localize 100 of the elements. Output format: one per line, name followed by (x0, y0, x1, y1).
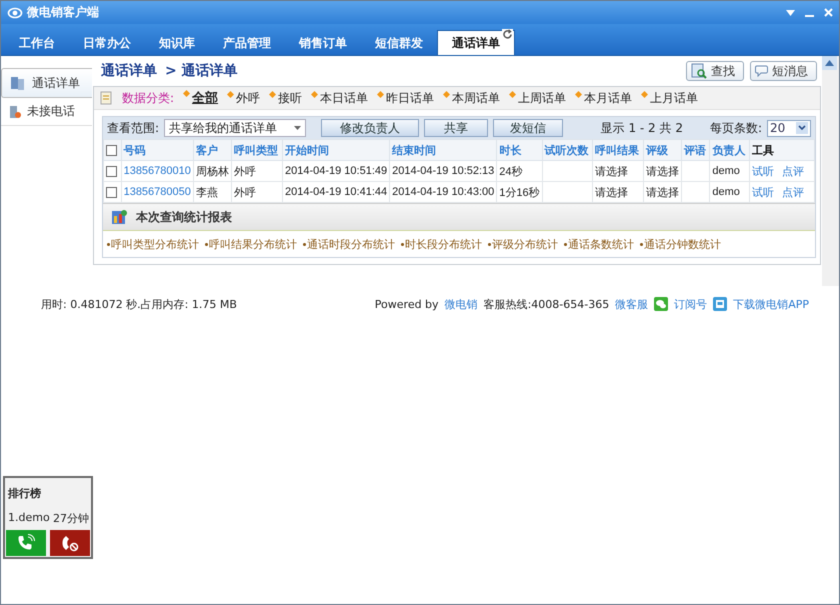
download-link[interactable]: 下载微电销APP (733, 296, 809, 312)
table-cell: 请选择 (646, 166, 679, 178)
page-size-dropdown[interactable]: 20 (767, 120, 811, 136)
table-cell: 24秒 (499, 166, 523, 178)
table-cell: 请选择 (595, 166, 628, 178)
page-title: > 通话详单 (165, 62, 238, 80)
app-download-icon (713, 297, 728, 311)
filter-link[interactable]: 上周话单 (509, 90, 566, 106)
table-cell: 2014-04-19 10:43:00 (392, 186, 494, 198)
row-checkbox[interactable] (106, 166, 117, 177)
chat-icon (654, 297, 668, 311)
column-header[interactable]: 呼叫类型 (231, 140, 282, 160)
column-header[interactable]: 评级 (643, 140, 682, 160)
column-header[interactable]: 负责人 (710, 140, 750, 160)
filter-link[interactable]: 昨日话单 (377, 90, 434, 106)
nav-tab[interactable]: 工作台 (5, 31, 69, 55)
ranking-title: 排行榜 (8, 486, 42, 501)
report-link[interactable]: 通话时段分布统计 (303, 236, 395, 252)
column-header[interactable]: 工具 (749, 140, 814, 160)
row-checkbox[interactable] (106, 186, 117, 198)
scroll-up-icon[interactable] (822, 56, 837, 70)
filter-link[interactable]: 本日话单 (311, 90, 368, 106)
filter-link[interactable]: 本月话单 (575, 90, 632, 106)
brand-link[interactable]: 微电销 (444, 296, 478, 312)
caret-icon (294, 126, 302, 130)
bullet-icon (641, 90, 648, 98)
filter-link[interactable]: 本周话单 (443, 90, 500, 106)
answer-call-button[interactable] (6, 530, 46, 556)
caret-icon (796, 122, 808, 134)
filter-link[interactable]: 上月话单 (641, 90, 698, 106)
bullet-icon (575, 90, 582, 98)
nav-tab[interactable]: 短信群发 (361, 31, 437, 55)
app-logo-icon (7, 6, 23, 20)
table-cell: 外呼 (234, 166, 256, 178)
bullet-icon (227, 90, 234, 98)
column-header[interactable]: 开始时间 (282, 140, 390, 160)
bullet-icon (443, 90, 450, 98)
subscription-link[interactable]: 订阅号 (674, 296, 708, 312)
table-cell: 请选择 (646, 186, 679, 198)
sidebar-item[interactable]: 未接电话 (1, 98, 92, 126)
record-range: 显示 1 - 2 共 2 (600, 120, 683, 136)
table-cell: 李燕 (196, 186, 218, 198)
report-link[interactable]: 通话条数统计 (564, 236, 634, 252)
table-cell: 周杨林 (196, 166, 229, 178)
sidebar-item[interactable]: 通话详单 (1, 68, 92, 98)
table-cell: 2014-04-19 10:41:44 (284, 186, 388, 198)
toolbar-button[interactable]: 修改负责人 (321, 119, 420, 137)
select-all-checkbox[interactable] (106, 144, 117, 156)
window-title: 微电销客户端 (27, 4, 99, 21)
refresh-icon[interactable] (502, 29, 513, 40)
dropdown-icon[interactable] (786, 8, 795, 16)
filter-link[interactable]: 接听 (269, 90, 302, 106)
nav-tab[interactable]: 知识库 (145, 31, 209, 55)
table-cell: 请选择 (595, 186, 628, 198)
nav-tab[interactable]: 通话详单 (437, 30, 515, 55)
filter-link[interactable]: 全部 (183, 89, 218, 107)
page-size-label: 每页条数: (710, 120, 762, 136)
table-cell: demo (712, 165, 740, 177)
table-cell: 2014-04-19 10:52:13 (392, 165, 494, 177)
search-button[interactable]: 查找 (686, 61, 744, 81)
hotline-text: 客服热线:4008-654-365 (484, 296, 610, 312)
close-icon[interactable] (824, 8, 833, 17)
column-header[interactable]: 评语 (681, 140, 710, 160)
column-header[interactable]: 结束时间 (390, 140, 497, 160)
document-icon (100, 91, 113, 105)
report-link[interactable]: 呼叫类型分布统计 (107, 236, 199, 252)
toolbar-button[interactable]: 共享 (424, 119, 488, 137)
report-link[interactable]: 呼叫结果分布统计 (205, 236, 297, 252)
message-button[interactable]: 短消息 (750, 61, 817, 81)
table-cell: 1分16秒 (499, 186, 540, 198)
toolbar-button[interactable]: 发短信 (493, 119, 564, 137)
tool-link[interactable]: 点评 (782, 166, 804, 178)
scope-dropdown[interactable]: 共享给我的通话详单 (164, 119, 306, 137)
nav-tab[interactable]: 日常办公 (69, 31, 145, 55)
filter-link[interactable]: 外呼 (227, 90, 260, 106)
bullet-icon (269, 90, 276, 98)
tool-link[interactable]: 点评 (782, 186, 804, 198)
hang-up-button[interactable] (50, 530, 90, 556)
nav-tab[interactable]: 销售订单 (285, 31, 361, 55)
ranking-value: 27分钟 (53, 511, 89, 526)
report-link[interactable]: 评级分布统计 (488, 236, 558, 252)
tool-link[interactable]: 试听 (752, 166, 774, 178)
tool-link[interactable]: 试听 (752, 186, 774, 198)
nav-tab[interactable]: 产品管理 (209, 31, 285, 55)
report-link[interactable]: 时长段分布统计 (401, 236, 482, 252)
column-header[interactable]: 呼叫结果 (592, 140, 644, 160)
column-header[interactable]: 客户 (193, 140, 232, 160)
column-header[interactable]: 号码 (121, 140, 194, 160)
column-header[interactable]: 试听次数 (542, 140, 593, 160)
bullet-icon (183, 90, 190, 97)
report-title: 本次查询统计报表 (136, 208, 232, 226)
table-cell: 外呼 (234, 186, 256, 198)
breadcrumb-link[interactable]: 通话详单 (101, 62, 157, 80)
column-header[interactable]: 时长 (496, 140, 542, 160)
support-link[interactable]: 微客服 (615, 296, 648, 312)
speech-bubble-icon (755, 65, 768, 77)
report-link[interactable]: 通话分钟数统计 (640, 236, 721, 252)
report-icon (111, 209, 128, 225)
timing-text: 用时: 0.481072 秒.占用内存: 1.75 MB (41, 296, 237, 312)
filter-label: 数据分类: (122, 90, 174, 106)
